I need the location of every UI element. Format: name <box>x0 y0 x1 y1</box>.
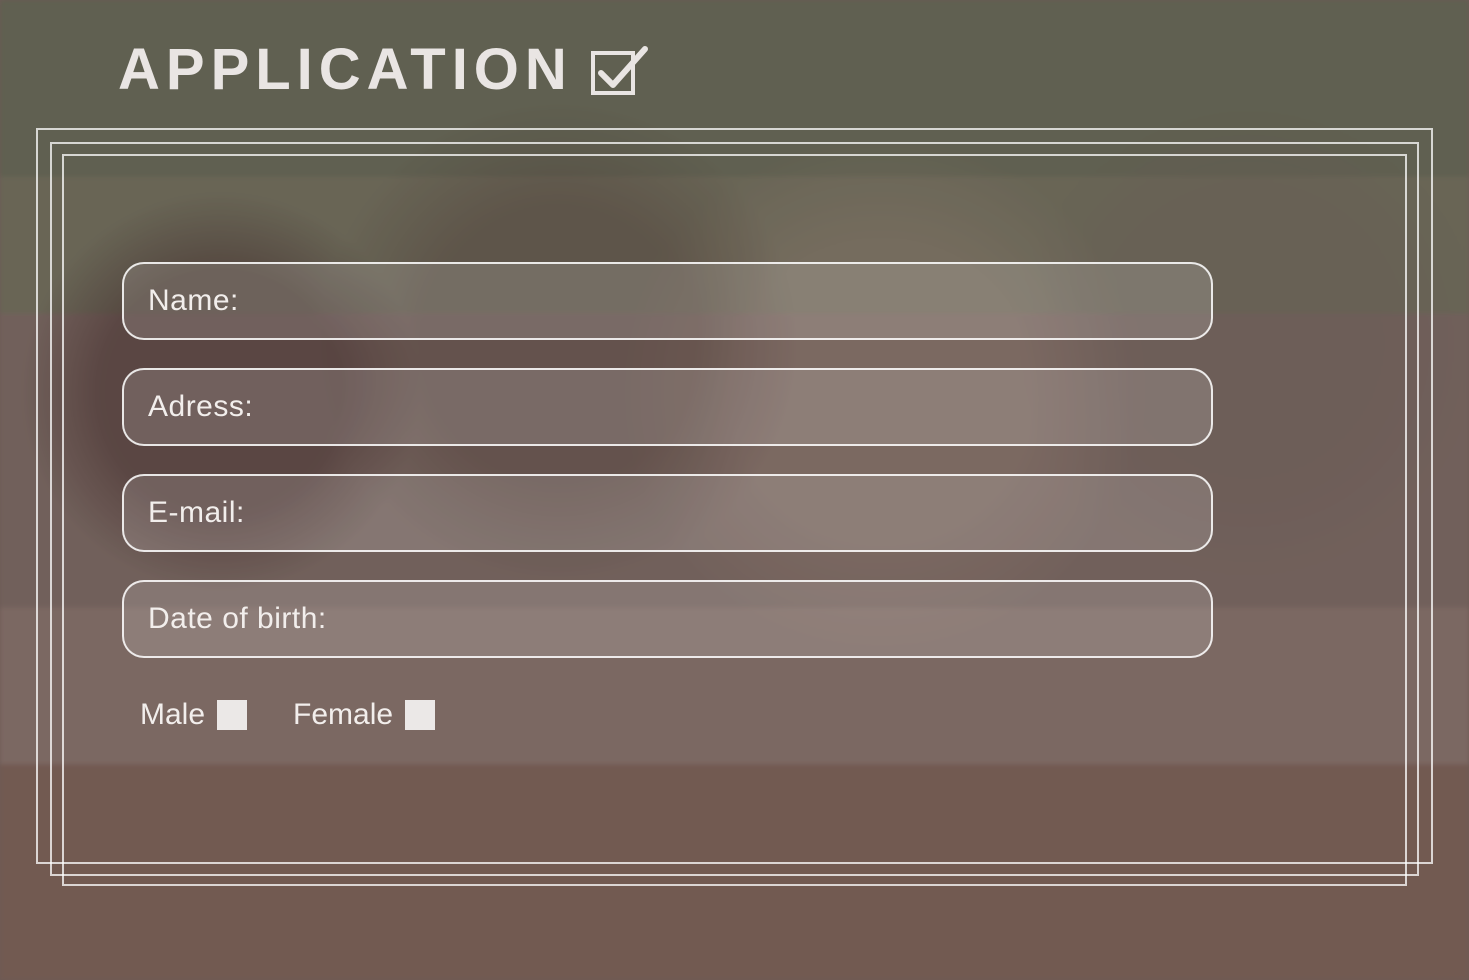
page-title-text: APPLICATION <box>118 36 573 103</box>
address-label: Adress: <box>148 390 253 424</box>
checkbox-icon[interactable] <box>217 700 247 730</box>
address-field[interactable]: Adress: <box>122 368 1213 446</box>
application-form: Name: Adress: E-mail: Date of birth: Mal… <box>122 262 1213 732</box>
checkbox-icon[interactable] <box>405 700 435 730</box>
dob-label: Date of birth: <box>148 602 327 636</box>
checkmark-box-icon <box>591 45 649 95</box>
name-field[interactable]: Name: <box>122 262 1213 340</box>
name-label: Name: <box>148 284 239 318</box>
gender-option-female[interactable]: Female <box>293 698 435 732</box>
email-field[interactable]: E-mail: <box>122 474 1213 552</box>
female-label: Female <box>293 698 393 732</box>
gender-option-male[interactable]: Male <box>140 698 247 732</box>
gender-row: Male Female <box>122 686 1213 732</box>
dob-field[interactable]: Date of birth: <box>122 580 1213 658</box>
male-label: Male <box>140 698 205 732</box>
page-title: APPLICATION <box>118 36 649 103</box>
email-label: E-mail: <box>148 496 245 530</box>
